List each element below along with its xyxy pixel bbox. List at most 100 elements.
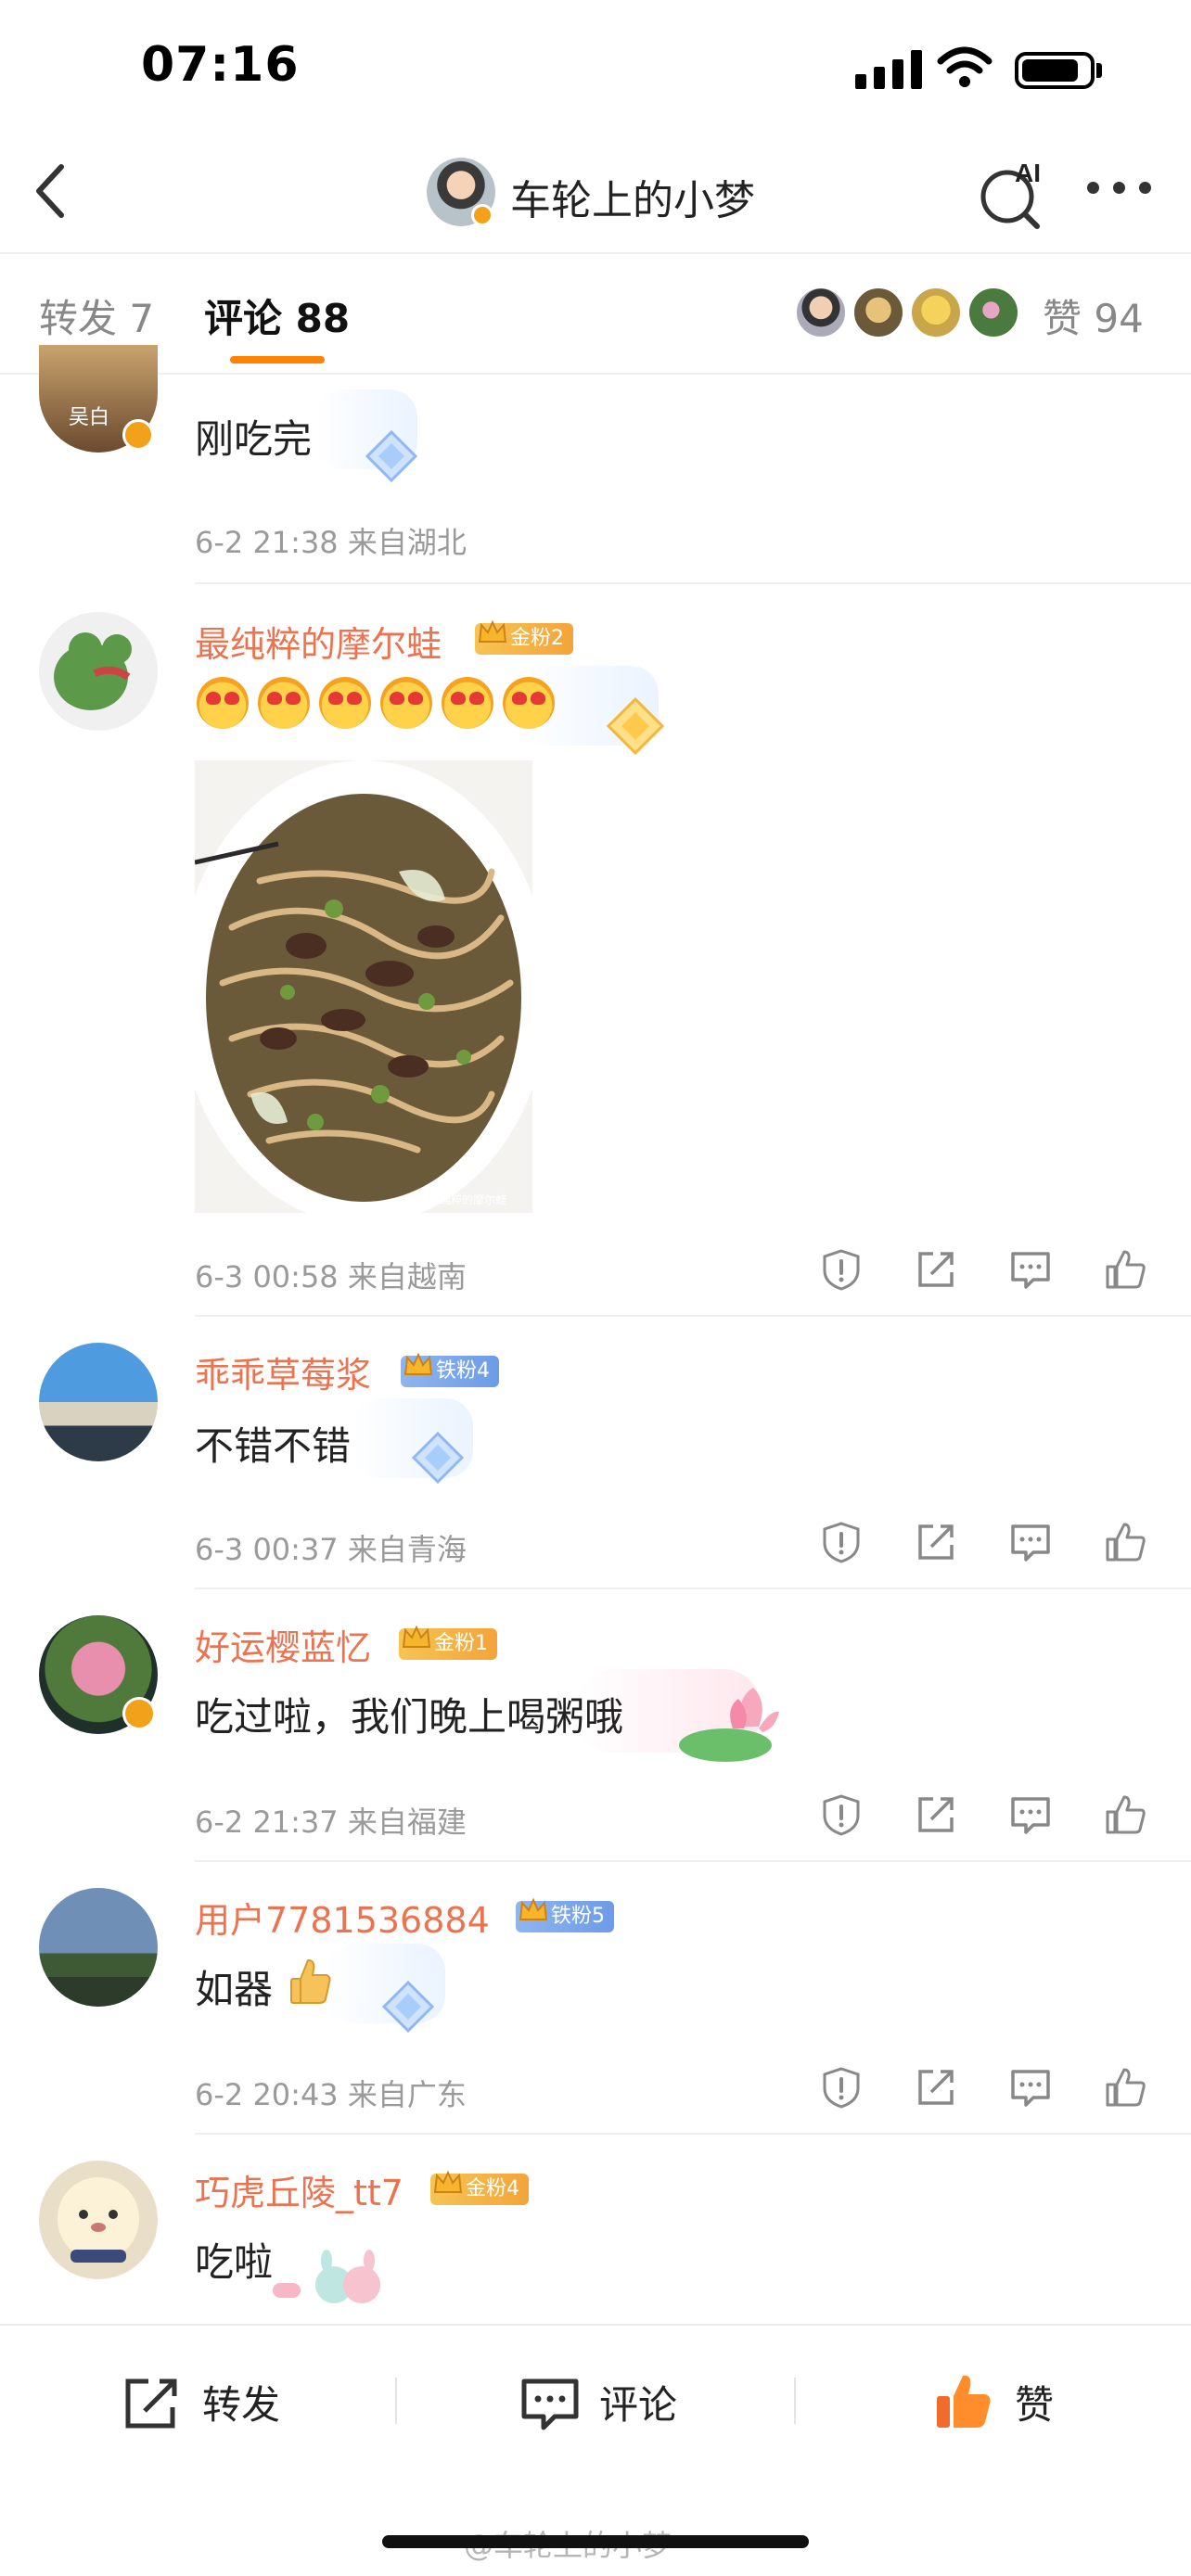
home-indicator[interactable]: [382, 2535, 809, 2548]
lotus-decoration-icon: [679, 1688, 779, 1762]
like-icon[interactable]: [1104, 2066, 1146, 2109]
commenter-avatar[interactable]: [39, 1888, 158, 2007]
commenter-avatar[interactable]: [39, 2161, 158, 2279]
repost-icon[interactable]: [122, 2376, 184, 2431]
verified-badge-icon: [122, 419, 154, 451]
comment-text: 吃过啦，我们晚上喝粥哦: [195, 1694, 624, 1740]
like-filled-icon[interactable]: [933, 2370, 994, 2431]
comment-divider: [195, 1315, 1191, 1317]
commenter-name[interactable]: 好运樱蓝忆: [195, 1619, 371, 1670]
fan-badge-label: 金粉2: [510, 627, 564, 650]
tab-comments[interactable]: 评论 88: [204, 287, 350, 344]
liker-avatar[interactable]: [967, 286, 1020, 339]
comment-photo[interactable]: @最纯粹的摩尔蛙: [195, 760, 532, 1213]
comment-icon[interactable]: [519, 2376, 581, 2433]
fan-badge: 金粉1: [399, 1625, 497, 1660]
crown-icon: [403, 1352, 433, 1375]
diamond-decoration-icon: [365, 429, 418, 483]
heart-eyes-emoji-icon: [442, 677, 493, 729]
commenter-avatar[interactable]: [39, 612, 158, 731]
reply-icon[interactable]: [1009, 1793, 1052, 1836]
cellular-signal-icon: [855, 48, 922, 89]
back-icon[interactable]: [32, 163, 69, 219]
like-button[interactable]: 赞: [1015, 2374, 1054, 2430]
reply-icon[interactable]: [1009, 1521, 1052, 1563]
cartoon-bear-avatar-icon: [58, 2177, 139, 2263]
reply-icon[interactable]: [1009, 2066, 1052, 2109]
liker-avatar[interactable]: [852, 286, 905, 339]
comment-meta: 6-3 00:37 来自青海: [195, 1532, 467, 1567]
report-icon[interactable]: [820, 1248, 863, 1291]
heart-eyes-emoji-icon: [258, 677, 310, 729]
ai-search-icon[interactable]: AI: [976, 156, 1050, 230]
frog-avatar-icon: [54, 632, 132, 710]
heart-eyes-emoji-icon: [319, 677, 371, 729]
commenter-name[interactable]: 用户7781536884: [195, 1892, 490, 1943]
photo-watermark: @最纯粹的摩尔蛙: [417, 1192, 506, 1206]
crown-icon: [519, 1897, 548, 1920]
ai-label: AI: [1015, 159, 1041, 187]
tab-likes[interactable]: 赞 94: [1043, 287, 1144, 344]
comment-meta: 6-2 21:37 来自福建: [195, 1804, 467, 1840]
report-icon[interactable]: [820, 1793, 863, 1836]
report-icon[interactable]: [820, 1521, 863, 1563]
fan-badge-label: 金粉4: [466, 2177, 519, 2200]
commenter-name[interactable]: 最纯粹的摩尔蛙: [195, 616, 442, 667]
verified-badge-icon: [122, 1697, 156, 1730]
commenter-name[interactable]: 巧虎丘陵_tt7: [195, 2164, 403, 2215]
wifi-icon: [937, 46, 992, 87]
battery-icon: [1015, 52, 1095, 89]
comment-text: 刚吃完: [195, 416, 313, 462]
page-title[interactable]: 车轮上的小梦: [510, 167, 755, 226]
share-icon[interactable]: [915, 2066, 957, 2109]
comment-divider: [195, 1588, 1191, 1589]
comment-divider: [195, 582, 1191, 584]
comment-button[interactable]: 评论: [599, 2374, 677, 2430]
gold-diamond-decoration-icon: [606, 696, 665, 756]
more-options-icon[interactable]: [1087, 182, 1152, 195]
battery-tip: [1096, 63, 1102, 78]
liker-avatar[interactable]: [909, 286, 963, 339]
bunny-decoration-icon: [273, 2250, 380, 2303]
bottom-bar-separator: [395, 2378, 397, 2424]
verified-badge-icon: [471, 204, 493, 226]
reply-icon[interactable]: [1009, 1248, 1052, 1291]
status-time: 07:16: [141, 37, 300, 93]
comment-meta: 6-2 20:43 来自广东: [195, 2077, 467, 2112]
fan-badge-label: 金粉1: [434, 1632, 488, 1655]
commenter-avatar[interactable]: [39, 1343, 158, 1461]
tab-repost[interactable]: 转发 7: [39, 287, 154, 344]
liker-avatar[interactable]: [794, 286, 848, 339]
comment-text: 吃啦: [195, 2239, 274, 2285]
fan-badge-label: 铁粉4: [436, 1359, 490, 1383]
repost-button[interactable]: 转发: [202, 2374, 280, 2430]
thumbs-up-emoji-icon: [290, 1958, 331, 2004]
commenter-name[interactable]: 乖乖草莓浆: [195, 1346, 371, 1397]
share-icon[interactable]: [915, 1793, 957, 1836]
active-tab-indicator: [230, 356, 325, 363]
comment-meta: 6-3 00:58 来自越南: [195, 1259, 467, 1294]
noodle-bowl-image: @最纯粹的摩尔蛙: [195, 760, 532, 1213]
avatar-caption: 吴白: [69, 406, 110, 429]
like-icon[interactable]: [1104, 1248, 1146, 1291]
share-icon[interactable]: [915, 1248, 957, 1291]
crown-icon: [433, 2170, 463, 2193]
report-icon[interactable]: [820, 2066, 863, 2109]
comment-text: 不错不错: [195, 1423, 352, 1469]
header-divider: [0, 252, 1191, 254]
fan-badge-label: 铁粉5: [551, 1905, 605, 1928]
like-icon[interactable]: [1104, 1793, 1146, 1836]
fan-badge: 铁粉5: [516, 1897, 614, 1932]
share-icon[interactable]: [915, 1521, 957, 1563]
fan-badge: 金粉4: [430, 2170, 529, 2205]
heart-eyes-emoji-icon: [197, 677, 249, 729]
comment-divider: [195, 1860, 1191, 1862]
comment-meta: 6-2 21:38 来自湖北: [195, 525, 467, 560]
crown-icon: [402, 1625, 431, 1648]
diamond-decoration-icon: [411, 1431, 465, 1485]
fan-badge: 铁粉4: [401, 1352, 499, 1387]
like-icon[interactable]: [1104, 1521, 1146, 1563]
fan-badge: 金粉2: [475, 619, 573, 655]
heart-eyes-emoji-icon: [503, 677, 555, 729]
comment-divider: [195, 2133, 1191, 2135]
